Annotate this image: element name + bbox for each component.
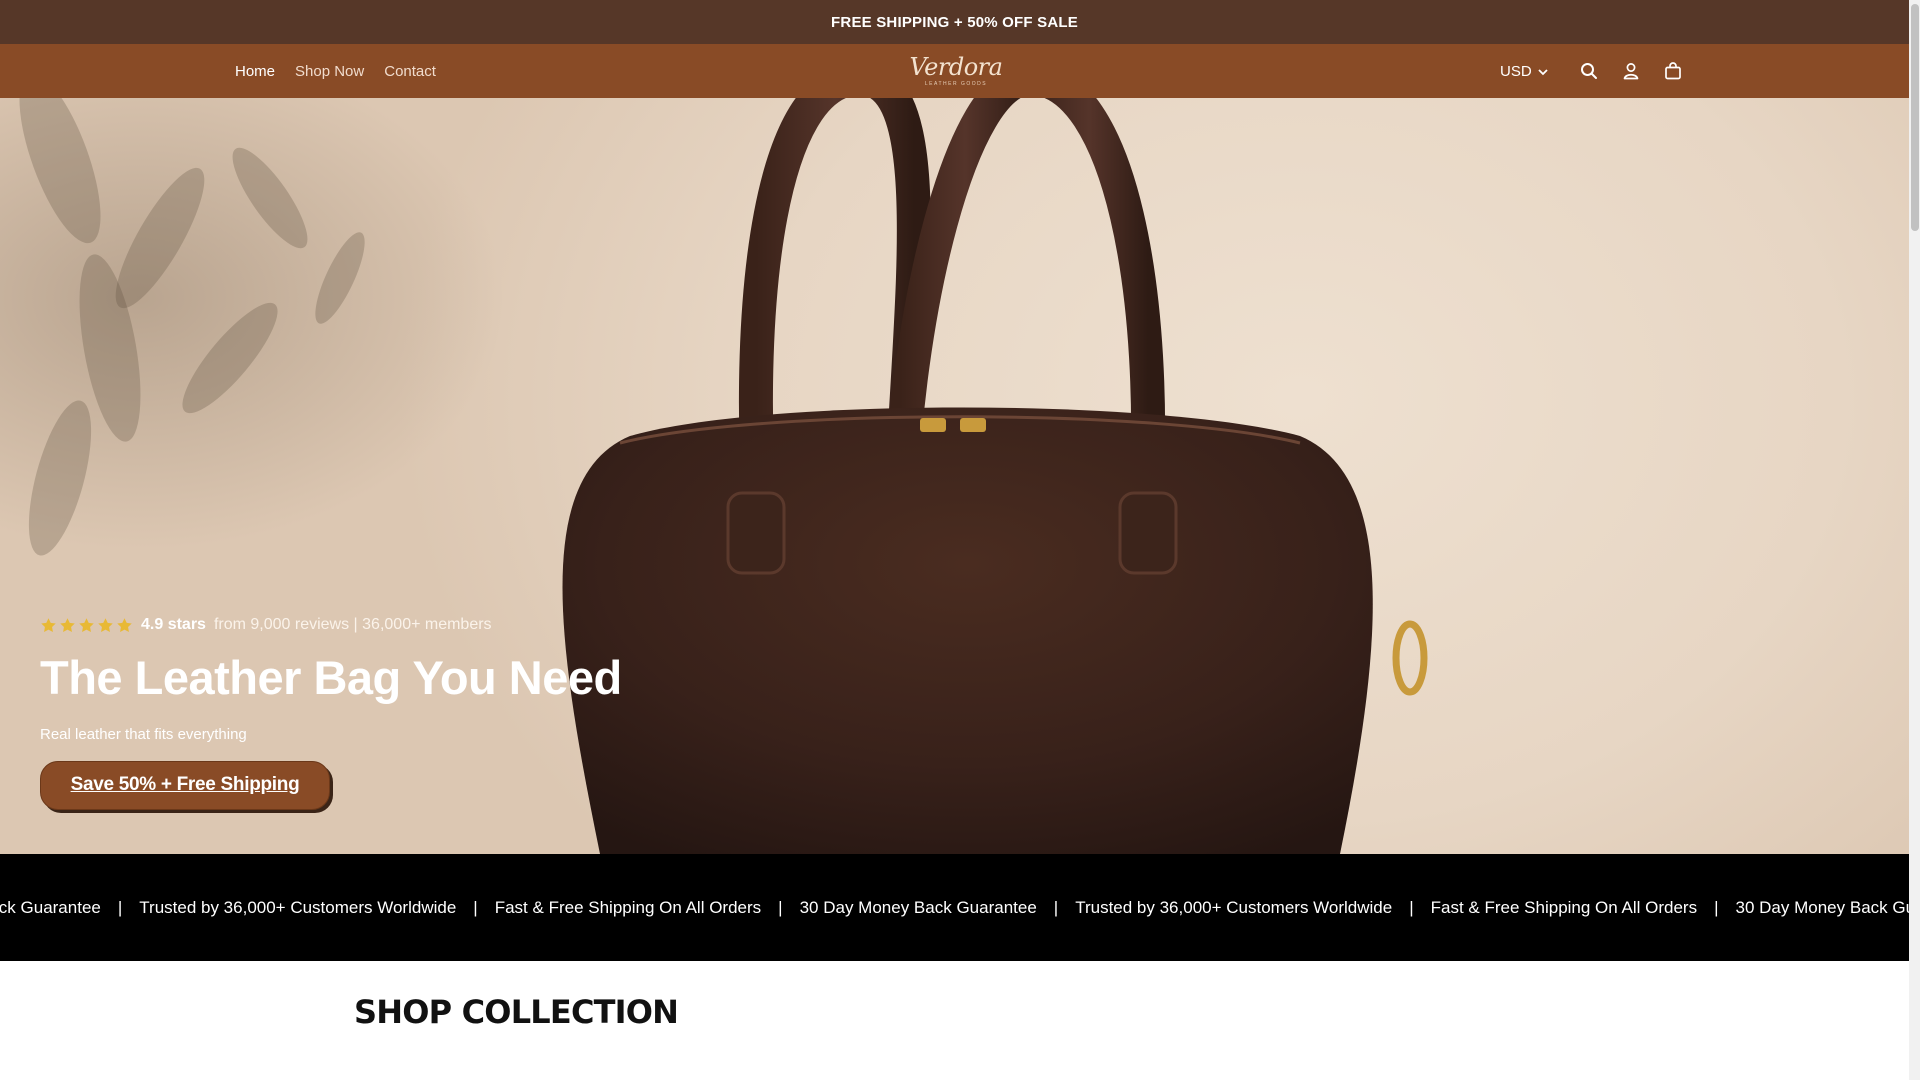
marquee-item: Trusted by 36,000+ Customers Worldwide xyxy=(1075,897,1393,917)
hero-copy: 4.9 stars from 9,000 reviews | 36,000+ m… xyxy=(40,616,622,810)
star-icon xyxy=(117,617,132,632)
hero-title: The Leather Bag You Need xyxy=(40,651,622,704)
star-icon xyxy=(60,617,75,632)
scrollbar[interactable] xyxy=(1909,0,1920,1080)
header-actions: USD xyxy=(1500,44,1694,98)
marquee-item: Back Guarantee xyxy=(0,897,101,917)
marquee-item: Fast & Free Shipping On All Orders xyxy=(494,897,762,917)
site-header: Home Shop Now Contact Verdora LEATHER GO… xyxy=(0,44,1909,98)
logo-wordmark: Verdora xyxy=(909,53,1003,81)
page: FREE SHIPPING + 50% OFF SALE Home Shop N… xyxy=(0,0,1909,1080)
cta-button[interactable]: Save 50% + Free Shipping xyxy=(40,760,330,810)
search-icon[interactable] xyxy=(1568,51,1610,91)
main-nav: Home Shop Now Contact xyxy=(235,44,436,98)
rating-score: 4.9 stars xyxy=(141,616,206,633)
nav-shop-now[interactable]: Shop Now xyxy=(295,63,364,80)
star-icon xyxy=(41,617,56,632)
marquee-track: Back Guarantee | Trusted by 36,000+ Cust… xyxy=(0,854,1909,961)
chevron-down-icon xyxy=(1538,63,1548,80)
rating-summary: 4.9 stars from 9,000 reviews | 36,000+ m… xyxy=(40,616,622,634)
trust-marquee: Back Guarantee | Trusted by 36,000+ Cust… xyxy=(0,854,1909,961)
marquee-item: 30 Day Money Back Guarantee xyxy=(1735,897,1909,917)
star-icon xyxy=(79,617,94,632)
rating-reviews: from 9,000 reviews | 36,000+ members xyxy=(213,616,492,633)
marquee-item: Trusted by 36,000+ Customers Worldwide xyxy=(139,897,457,917)
announcement-text: FREE SHIPPING + 50% OFF SALE xyxy=(831,13,1078,31)
marquee-separator: | xyxy=(1053,897,1059,917)
marquee-separator: | xyxy=(1714,897,1719,917)
nav-home[interactable]: Home xyxy=(235,63,275,80)
marquee-separator: | xyxy=(473,897,478,917)
scrollbar-thumb[interactable] xyxy=(1911,4,1919,231)
marquee-separator: | xyxy=(117,897,123,917)
announcement-bar: FREE SHIPPING + 50% OFF SALE xyxy=(0,0,1909,44)
nav-contact[interactable]: Contact xyxy=(384,63,436,80)
logo[interactable]: Verdora LEATHER GOODS xyxy=(910,50,1003,92)
star-icon xyxy=(98,617,113,632)
account-icon[interactable] xyxy=(1610,51,1652,91)
hero-banner: 4.9 stars from 9,000 reviews | 36,000+ m… xyxy=(0,98,1909,854)
hero-subtitle: Real leather that fits everything xyxy=(40,725,247,743)
logo-tagline: LEATHER GOODS xyxy=(924,81,988,87)
marquee-item: Fast & Free Shipping On All Orders xyxy=(1430,897,1698,917)
collection-title: SHOP COLLECTION xyxy=(354,993,679,1031)
marquee-separator: | xyxy=(1409,897,1414,917)
cart-icon[interactable] xyxy=(1652,51,1694,91)
currency-label: USD xyxy=(1500,62,1532,80)
star-rating xyxy=(40,617,133,634)
marquee-separator: | xyxy=(778,897,783,917)
currency-selector[interactable]: USD xyxy=(1500,63,1548,80)
marquee-item: 30 Day Money Back Guarantee xyxy=(799,897,1037,917)
